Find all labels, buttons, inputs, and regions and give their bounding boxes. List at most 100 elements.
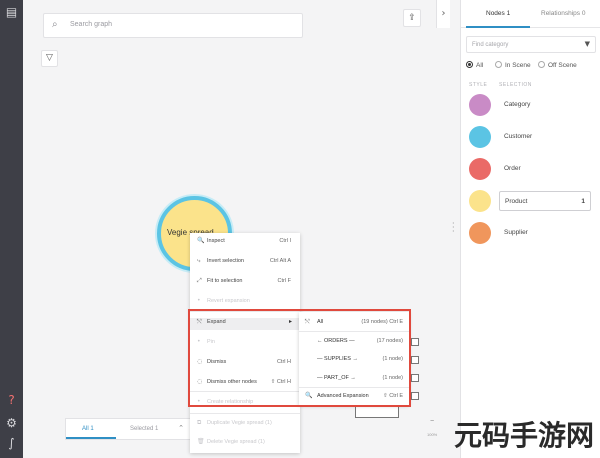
menu-divider <box>190 391 300 392</box>
color-swatch-supplier[interactable] <box>469 222 491 244</box>
radio-all[interactable]: All <box>466 61 483 69</box>
menu-item-fit-to-selection[interactable]: ⤢ Fit to selection Ctrl F <box>190 277 300 289</box>
panel-resize-handle[interactable]: · · · <box>452 220 457 236</box>
canvas-tool-icon[interactable] <box>411 338 419 346</box>
category-category[interactable]: Category <box>499 95 591 115</box>
menu-item-shortcut: Ctrl F <box>277 278 291 284</box>
menu-item-label: Revert expansion <box>207 298 250 304</box>
submenu-item-label: Advanced Expansion <box>317 393 369 399</box>
document-icon[interactable]: ▤ <box>4 5 19 20</box>
menu-item-label: Invert selection <box>207 258 244 264</box>
menu-item-icon: ◌ <box>197 378 203 385</box>
panel-tabs: Nodes 1 Relationships 0 <box>461 0 600 28</box>
menu-item-expand[interactable]: ⤲ Expand ▸ <box>190 318 300 330</box>
radio-icon <box>538 61 545 68</box>
submenu-item-advanced-expansion[interactable]: 🔍 Advanced Expansion ⇧ Ctrl E <box>299 392 409 404</box>
graph-link-icon[interactable]: ∫ <box>4 436 19 451</box>
filter-placeholder: Find category <box>472 42 509 48</box>
menu-divider <box>190 311 300 312</box>
menu-item-label: Dismiss <box>207 359 227 365</box>
menu-item-icon: ◌ <box>197 358 203 365</box>
collapse-panel-chevron-icon[interactable]: › <box>436 0 450 28</box>
category-filter-input[interactable]: Find category ▼ <box>466 36 596 53</box>
submenu-item-supplies[interactable]: — SUPPLIES → (1 node) <box>299 355 409 367</box>
menu-item-create-relationship: • Create relationship <box>190 398 300 410</box>
menu-item-icon: ⤲ <box>197 318 202 325</box>
radio-label: In Scene <box>505 62 531 69</box>
radio-label: All <box>476 62 484 69</box>
active-tab-underline <box>66 437 116 439</box>
category-product[interactable]: Product 1 <box>499 191 591 211</box>
submenu-item-shortcut: (1 node) <box>382 356 404 362</box>
radio-off-scene[interactable]: Off Scene <box>538 61 577 69</box>
color-swatch-category[interactable] <box>469 94 491 116</box>
minimap[interactable] <box>355 404 399 418</box>
submenu-item-shortcut: (1 node) <box>382 375 404 381</box>
color-swatch-customer[interactable] <box>469 126 491 148</box>
help-icon[interactable]: ? <box>4 393 19 408</box>
menu-item-invert-selection[interactable]: ⤷ Invert selection Ctrl Alt A <box>190 257 300 269</box>
menu-item-shortcut: Ctrl Alt A <box>269 258 291 264</box>
radio-in-scene[interactable]: In Scene <box>495 61 531 69</box>
filter-funnel-icon: ▼ <box>584 40 590 48</box>
canvas-tool-icon[interactable] <box>411 392 419 400</box>
menu-item-shortcut: ⇧ Ctrl H <box>270 379 291 385</box>
search-placeholder: Search graph <box>70 21 113 28</box>
tab-relationships[interactable]: Relationships 0 <box>541 10 585 17</box>
canvas-tool-icon[interactable] <box>411 374 419 382</box>
menu-item-inspect[interactable]: 🔍 Inspect Ctrl I <box>190 237 300 249</box>
menu-item-shortcut: Ctrl H <box>276 359 291 365</box>
node-context-menu: 🔍 Inspect Ctrl I ⤷ Invert selection Ctrl Alt … <box>190 233 300 453</box>
export-upload-icon[interactable]: ⇪ <box>403 9 421 27</box>
submenu-item-label: — PART_OF → <box>317 375 356 381</box>
submenu-divider <box>299 387 409 388</box>
submenu-divider <box>299 331 409 332</box>
menu-item-pin: • Pin <box>190 338 300 350</box>
color-swatch-order[interactable] <box>469 158 491 180</box>
submenu-item-label: All <box>317 319 324 325</box>
menu-item-icon: • <box>197 297 201 304</box>
zoom-out-icon[interactable]: − <box>430 418 434 425</box>
legend-panel: Nodes 1 Relationships 0 Find category ▼ … <box>460 0 600 458</box>
tab-all[interactable]: All 1 <box>82 426 94 432</box>
radio-icon <box>495 61 502 68</box>
submenu-item-label: ← ORDERS — <box>317 338 355 344</box>
menu-item-label: Create relationship <box>207 399 254 405</box>
submenu-item-shortcut: (19 nodes) Ctrl E <box>361 319 403 325</box>
zoom-level: 100% <box>427 432 438 437</box>
submenu-item-shortcut: ⇧ Ctrl E <box>383 393 403 399</box>
menu-item-duplicate-vegie-spread-1: ⧉ Duplicate Vegie spread (1) <box>190 419 300 431</box>
menu-item-delete-vegie-spread-1: 🗑 Delete Vegie spread (1) <box>190 438 300 450</box>
selection-count: 1 <box>581 198 585 205</box>
menu-item-icon: ⤢ <box>197 277 202 284</box>
selection-header: SELECTION <box>499 82 532 88</box>
submenu-item-all[interactable]: ⤲ All (19 nodes) Ctrl E <box>299 318 409 330</box>
category-order[interactable]: Order <box>499 159 591 179</box>
category-supplier[interactable]: Supplier <box>499 223 591 243</box>
radio-label: Off Scene <box>548 62 577 69</box>
settings-gear-icon[interactable]: ⚙ <box>4 416 19 431</box>
menu-item-label: Duplicate Vegie spread (1) <box>207 420 272 426</box>
menu-item-dismiss-other-nodes[interactable]: ◌ Dismiss other nodes ⇧ Ctrl H <box>190 378 300 390</box>
submenu-item-icon: 🔍 <box>305 392 313 399</box>
menu-item-icon: ⧉ <box>197 419 202 426</box>
style-header: STYLE <box>469 82 488 88</box>
menu-item-icon: • <box>197 338 201 345</box>
color-swatch-product[interactable] <box>469 190 491 212</box>
submenu-item-part-of[interactable]: — PART_OF → (1 node) <box>299 374 409 386</box>
tab-nodes[interactable]: Nodes 1 <box>486 10 510 17</box>
canvas-tool-icon[interactable] <box>411 356 419 364</box>
tab-selected[interactable]: Selected 1 <box>130 426 158 432</box>
category-label: Supplier <box>504 229 528 236</box>
submenu-item-label: — SUPPLIES → <box>317 356 358 362</box>
menu-item-label: Fit to selection <box>207 278 243 284</box>
filter-funnel-icon[interactable]: ▽ <box>41 50 58 67</box>
chevron-up-icon[interactable]: ⌃ <box>178 424 184 432</box>
submenu-item-orders[interactable]: ← ORDERS — (17 nodes) <box>299 337 409 349</box>
search-graph-input[interactable]: ⌕ Search graph <box>43 13 303 38</box>
menu-item-dismiss[interactable]: ◌ Dismiss Ctrl H <box>190 358 300 370</box>
menu-item-revert-expansion: • Revert expansion <box>190 297 300 309</box>
watermark: 元码手游网 <box>453 419 594 452</box>
category-customer[interactable]: Customer <box>499 127 591 147</box>
submenu-item-shortcut: (17 nodes) <box>376 338 403 344</box>
